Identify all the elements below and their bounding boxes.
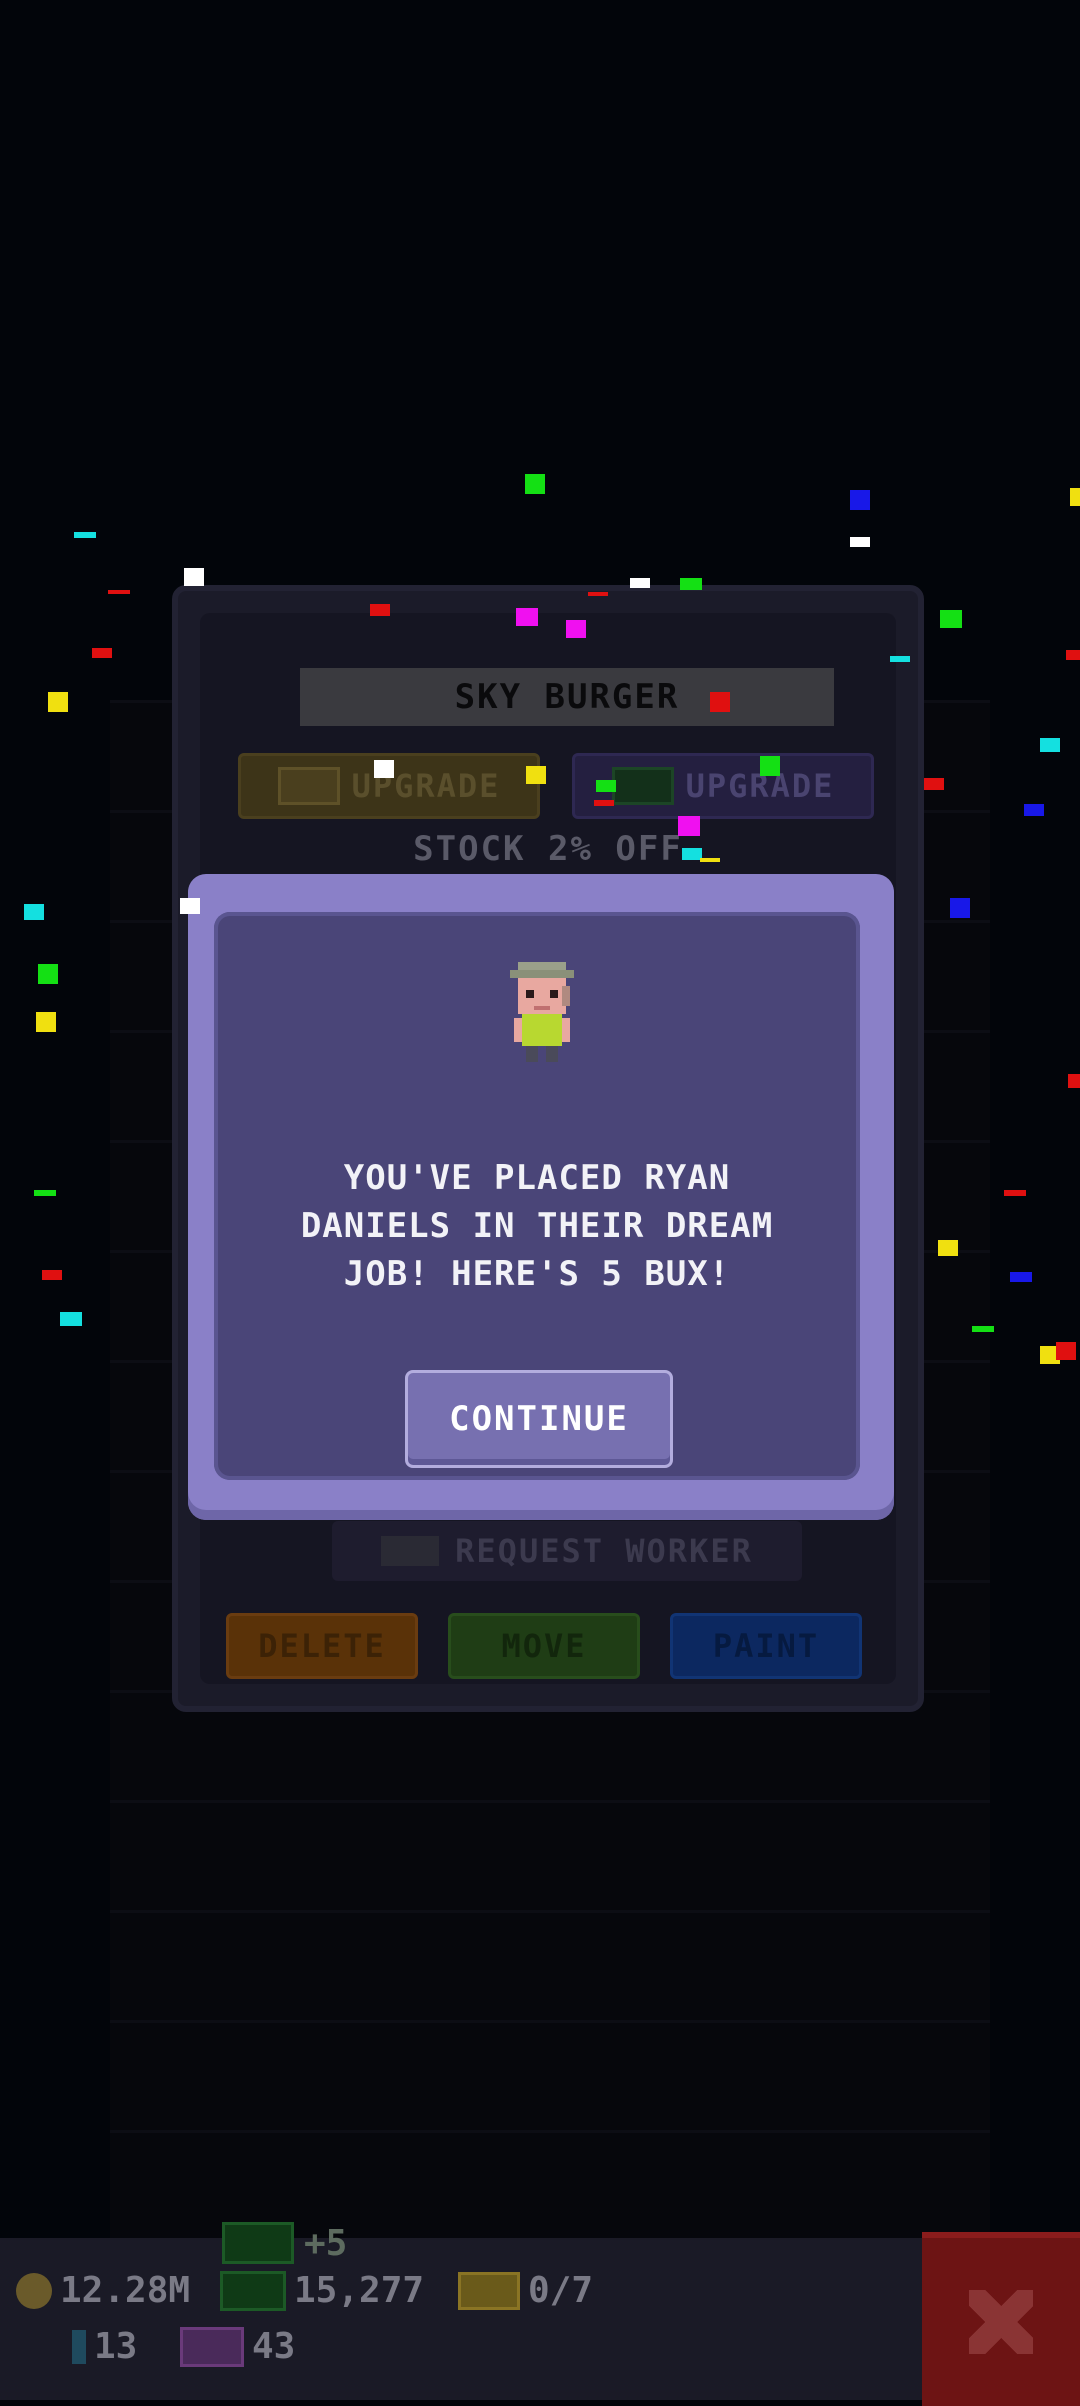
vip-icon <box>180 2326 244 2367</box>
confetti-piece <box>850 490 870 510</box>
confetti-piece <box>60 1312 82 1326</box>
confetti-piece <box>36 1012 56 1032</box>
ticket-icon <box>458 2271 520 2310</box>
confetti-piece <box>1010 1272 1032 1282</box>
confetti-piece <box>34 1190 56 1196</box>
confetti-piece <box>374 760 394 778</box>
confetti-piece <box>108 590 130 594</box>
confetti-piece <box>940 610 962 628</box>
confetti-layer <box>0 0 1080 2400</box>
confetti-piece <box>516 608 538 626</box>
confetti-piece <box>850 537 870 547</box>
bux-stat[interactable]: 15,277 <box>220 2270 424 2311</box>
confetti-piece <box>680 578 702 590</box>
key-icon <box>72 2329 86 2364</box>
confetti-piece <box>180 898 200 914</box>
tickets-stat[interactable]: 0/7 <box>458 2270 593 2311</box>
close-button[interactable] <box>922 2232 1080 2406</box>
confetti-piece <box>710 692 730 712</box>
confetti-piece <box>566 620 586 638</box>
keys-value: 13 <box>94 2326 138 2367</box>
confetti-piece <box>1066 650 1080 660</box>
tickets-value: 0/7 <box>528 2270 594 2311</box>
confetti-piece <box>24 904 44 920</box>
confetti-piece <box>184 568 204 586</box>
vip-stat[interactable]: 43 <box>180 2326 295 2367</box>
confetti-piece <box>1068 1074 1080 1088</box>
confetti-piece <box>588 592 608 596</box>
resource-bar <box>0 2238 1080 2400</box>
confetti-piece <box>682 848 702 860</box>
confetti-piece <box>526 766 546 784</box>
confetti-piece <box>48 692 68 712</box>
bux-gain-value: +5 <box>304 2222 348 2264</box>
confetti-piece <box>1024 804 1044 816</box>
coins-stat[interactable]: 12.28M <box>16 2270 190 2311</box>
confetti-piece <box>678 816 700 836</box>
confetti-piece <box>1004 1190 1026 1196</box>
confetti-piece <box>38 964 58 984</box>
bux-value: 15,277 <box>294 2270 425 2311</box>
confetti-piece <box>594 800 614 806</box>
confetti-piece <box>924 778 944 790</box>
coins-value: 12.28M <box>60 2270 191 2311</box>
confetti-piece <box>42 1270 62 1280</box>
confetti-piece <box>525 474 545 494</box>
confetti-piece <box>1040 738 1060 752</box>
confetti-piece <box>74 532 96 538</box>
keys-stat[interactable]: 13 <box>72 2326 137 2367</box>
vip-value: 43 <box>252 2326 296 2367</box>
confetti-piece <box>596 780 616 792</box>
confetti-piece <box>972 1326 994 1332</box>
confetti-piece <box>370 604 390 616</box>
confetti-piece <box>938 1240 958 1256</box>
confetti-piece <box>1056 1342 1076 1360</box>
confetti-piece <box>92 648 112 658</box>
bux-icon <box>220 2270 286 2311</box>
confetti-piece <box>950 898 970 918</box>
coin-icon <box>16 2272 52 2309</box>
confetti-piece <box>760 756 780 776</box>
close-icon <box>969 2290 1033 2354</box>
confetti-piece <box>700 858 720 862</box>
bux-icon <box>222 2222 294 2264</box>
confetti-piece <box>890 656 910 662</box>
confetti-piece <box>1070 488 1080 506</box>
confetti-piece <box>630 578 650 588</box>
bux-gain-indicator: +5 <box>222 2222 347 2264</box>
